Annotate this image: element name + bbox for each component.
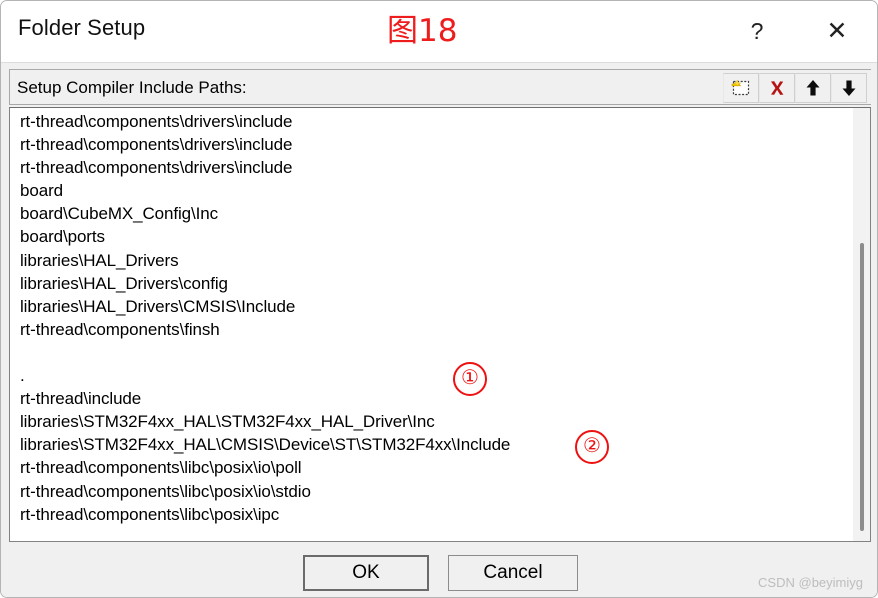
include-path-row[interactable]: rt-thread\components\drivers\include (10, 156, 852, 179)
cancel-button[interactable]: Cancel (448, 555, 578, 591)
include-path-row[interactable]: libraries\HAL_Drivers (10, 249, 852, 272)
include-path-row[interactable]: libraries\STM32F4xx_HAL\STM32F4xx_HAL_Dr… (10, 410, 852, 433)
new-folder-icon (730, 78, 752, 98)
include-path-row[interactable] (10, 341, 852, 364)
include-path-row[interactable]: board (10, 179, 852, 202)
include-paths-header-bar: Setup Compiler Include Paths: (9, 69, 871, 105)
move-down-button[interactable] (831, 73, 867, 103)
list-scrollbar-thumb[interactable] (860, 243, 864, 531)
include-path-row[interactable]: rt-thread\components\libc\posix\ipc (10, 503, 852, 526)
question-mark-icon: ? (750, 18, 764, 44)
include-paths-label: Setup Compiler Include Paths: (17, 78, 247, 97)
arrow-up-icon (804, 78, 822, 98)
delete-path-button[interactable] (759, 73, 795, 103)
title-bar: Folder Setup 图18 ? ✕ (1, 1, 877, 63)
include-path-row[interactable]: board\CubeMX_Config\Inc (10, 202, 852, 225)
window-title: Folder Setup (18, 15, 146, 40)
help-button[interactable]: ? (734, 1, 780, 62)
figure-annotation-label: 图18 (387, 13, 458, 49)
list-vertical-scrollbar[interactable] (853, 108, 870, 541)
include-path-row[interactable]: rt-thread\include (10, 387, 852, 410)
include-path-row[interactable]: board\ports (10, 225, 852, 248)
path-list-toolbar (723, 72, 867, 104)
include-path-row[interactable]: rt-thread\components\finsh (10, 318, 852, 341)
include-path-row[interactable]: rt-thread\components\drivers\include (10, 110, 852, 133)
include-path-row[interactable]: libraries\STM32F4xx_HAL\CMSIS\Device\ST\… (10, 433, 852, 456)
close-icon: ✕ (826, 17, 848, 45)
move-up-button[interactable] (795, 73, 831, 103)
close-button[interactable]: ✕ (814, 1, 860, 62)
ok-button[interactable]: OK (303, 555, 429, 591)
watermark-text: CSDN @beyimiyg (758, 575, 863, 590)
include-path-row[interactable]: rt-thread\components\libc\posix\io\stdio (10, 480, 852, 503)
arrow-down-icon (840, 78, 858, 98)
dialog-button-bar: OK Cancel (1, 549, 877, 597)
include-paths-list[interactable]: rt-thread\components\drivers\include rt-t… (9, 107, 871, 542)
include-path-row[interactable]: rt-thread\components\libc\posix\io\poll (10, 456, 852, 479)
red-x-icon (767, 78, 787, 98)
new-path-button[interactable] (723, 73, 759, 103)
include-path-row[interactable]: libraries\HAL_Drivers\config (10, 272, 852, 295)
include-path-row[interactable]: rt-thread\components\drivers\include (10, 133, 852, 156)
include-path-row[interactable]: libraries\HAL_Drivers\CMSIS\Include (10, 295, 852, 318)
folder-setup-dialog: Folder Setup 图18 ? ✕ Setup Compiler Incl… (0, 0, 878, 598)
include-paths-list-rows: rt-thread\components\drivers\include rt-t… (10, 110, 852, 541)
include-path-row[interactable]: . (10, 364, 852, 387)
